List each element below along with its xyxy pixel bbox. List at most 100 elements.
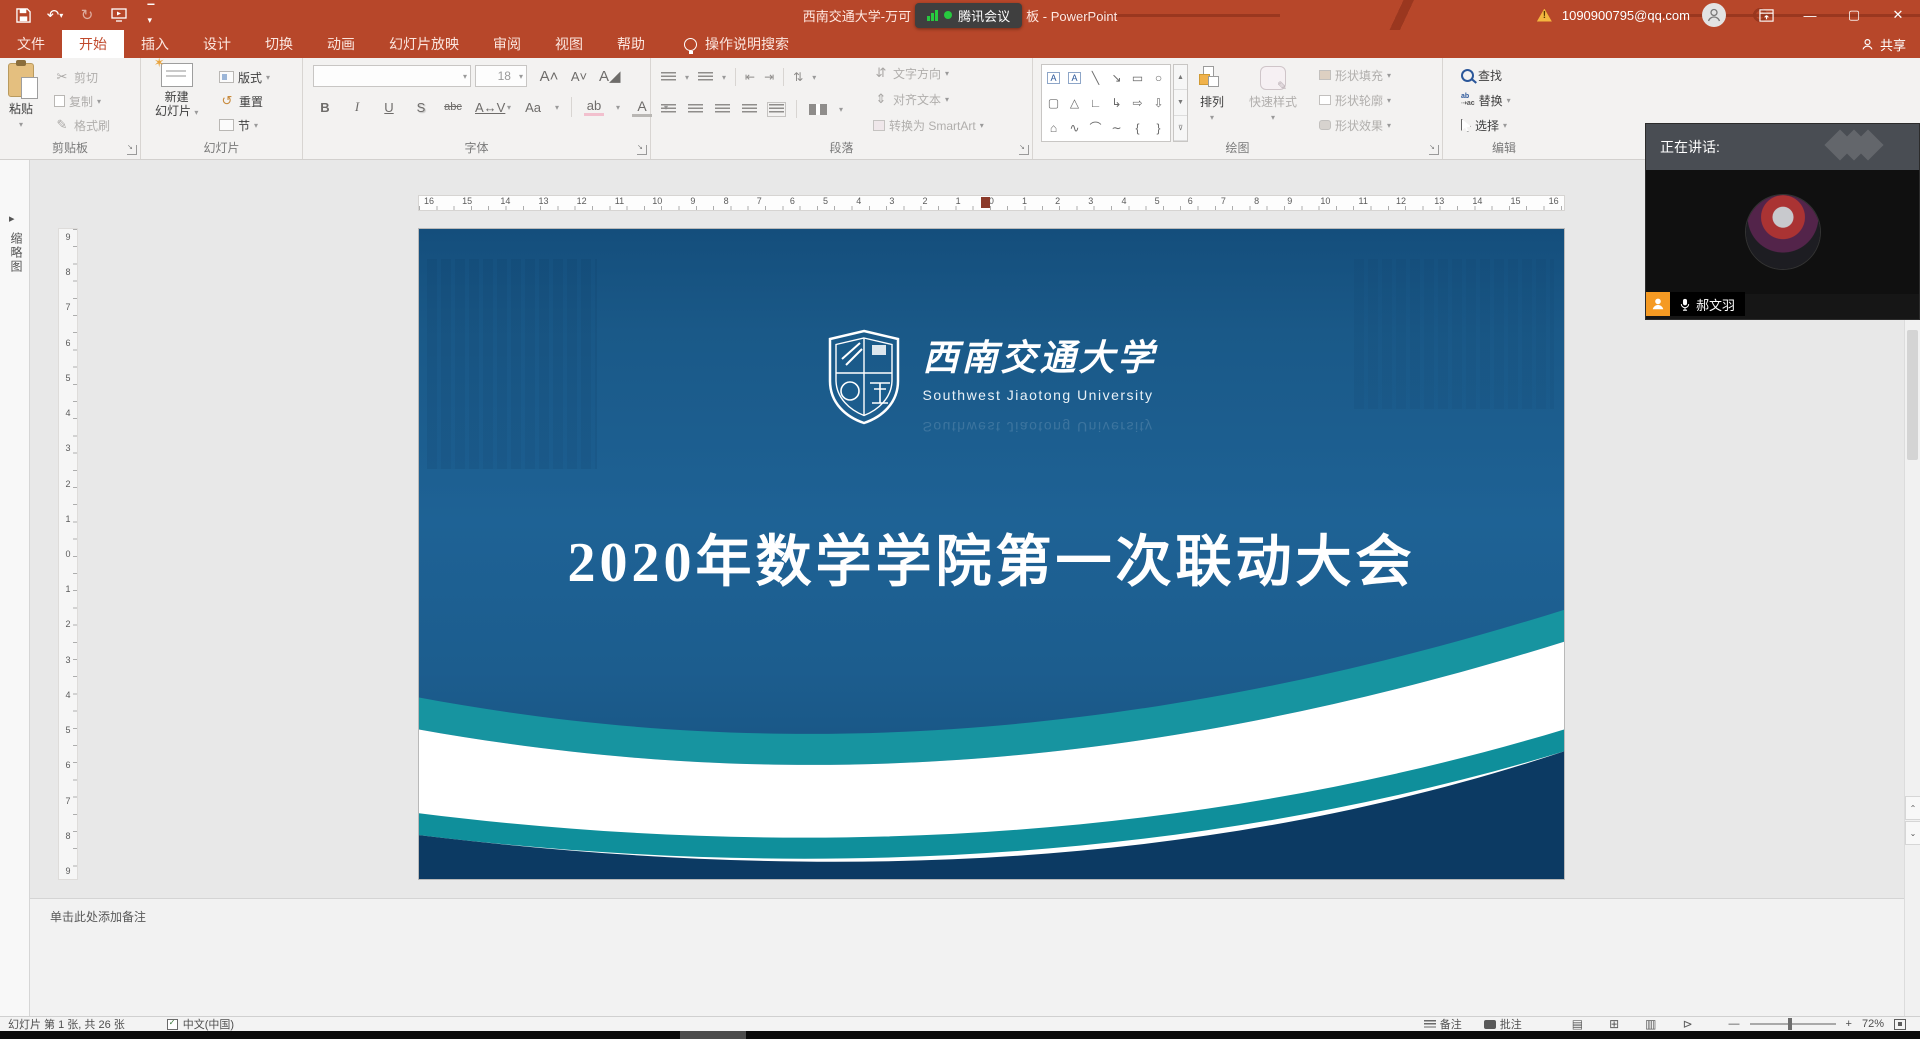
new-slide-button[interactable]: 新建 幻灯片 ▾: [155, 63, 198, 120]
ribbon-display-options-icon[interactable]: [1744, 0, 1788, 30]
paste-button[interactable]: 粘贴 ▾: [8, 63, 34, 129]
tab-help[interactable]: 帮助: [600, 30, 662, 58]
tab-home[interactable]: 开始: [62, 30, 124, 58]
notes-toggle-label[interactable]: 备注: [1440, 1016, 1462, 1032]
notes-pane[interactable]: 单击此处添加备注: [30, 898, 1904, 1016]
minimize-button[interactable]: —: [1788, 0, 1832, 30]
notes-placeholder[interactable]: 单击此处添加备注: [50, 910, 146, 924]
customize-quick-access-icon[interactable]: ▔▾: [142, 6, 160, 24]
font-name-combo[interactable]: ▾: [313, 65, 471, 87]
slideshow-view-icon[interactable]: ⊳: [1682, 1017, 1692, 1031]
numbering-icon[interactable]: [698, 72, 713, 83]
account-email[interactable]: 1090900795@qq.com: [1562, 8, 1690, 23]
tab-file[interactable]: 文件: [0, 30, 62, 58]
align-left-icon[interactable]: [661, 104, 676, 115]
zoom-level[interactable]: 72%: [1862, 1018, 1884, 1030]
replace-button[interactable]: ab⇢ac 替换▾: [1461, 89, 1511, 111]
paste-dropdown-caret[interactable]: ▾: [19, 120, 23, 129]
scrollbar-thumb[interactable]: [1907, 330, 1918, 460]
increase-indent-icon[interactable]: ⇥: [764, 70, 774, 84]
tab-review[interactable]: 审阅: [476, 30, 538, 58]
rectangle-shape[interactable]: ▭: [1132, 72, 1143, 84]
oval-shape[interactable]: ○: [1155, 72, 1162, 84]
gallery-more-icon[interactable]: ⊽: [1174, 116, 1187, 141]
align-center-icon[interactable]: [688, 104, 703, 115]
vertical-text-box-shape[interactable]: A: [1068, 72, 1080, 84]
line-spacing-icon[interactable]: ⇅: [793, 70, 803, 84]
text-shadow-button[interactable]: S: [411, 100, 431, 115]
down-arrow-shape[interactable]: ⇩: [1153, 97, 1163, 109]
maximize-button[interactable]: ▢: [1832, 0, 1876, 30]
elbow-connector-shape[interactable]: ∟: [1090, 97, 1102, 109]
bold-button[interactable]: B: [315, 100, 335, 115]
save-icon[interactable]: [14, 6, 32, 24]
start-slideshow-icon[interactable]: [110, 6, 128, 24]
reading-view-icon[interactable]: ▥: [1645, 1017, 1656, 1031]
shrink-font-button[interactable]: A˅: [569, 69, 589, 84]
layout-button[interactable]: 版式▾: [219, 66, 270, 88]
spell-check-icon[interactable]: [167, 1019, 178, 1030]
video-feed[interactable]: [1646, 170, 1919, 294]
justify-icon[interactable]: [742, 104, 757, 115]
thumbnails-pane-collapsed[interactable]: ▸ 缩略图: [0, 160, 30, 1016]
tab-design[interactable]: 设计: [186, 30, 248, 58]
left-brace-shape[interactable]: {: [1135, 122, 1139, 134]
zoom-slider[interactable]: [1750, 1023, 1836, 1025]
grow-font-button[interactable]: A˄: [539, 68, 559, 85]
warning-icon[interactable]: [1537, 9, 1552, 22]
normal-view-icon[interactable]: ▤: [1572, 1017, 1583, 1031]
triangle-shape[interactable]: △: [1070, 97, 1079, 109]
select-button[interactable]: 选择▾: [1461, 114, 1507, 136]
tab-transitions[interactable]: 切换: [248, 30, 310, 58]
gallery-scroll-down-icon[interactable]: ▼: [1174, 90, 1187, 115]
tab-insert[interactable]: 插入: [124, 30, 186, 58]
close-button[interactable]: ✕: [1876, 0, 1920, 30]
reset-button[interactable]: ↺重置: [219, 90, 263, 112]
decrease-indent-icon[interactable]: ⇤: [745, 70, 755, 84]
distributed-icon[interactable]: [769, 104, 784, 115]
line-shape[interactable]: ╲: [1092, 72, 1099, 84]
text-box-shape[interactable]: A: [1047, 72, 1059, 84]
find-button[interactable]: 查找: [1461, 64, 1502, 86]
arrow-shape[interactable]: ↘: [1111, 72, 1121, 84]
clear-formatting-button[interactable]: A◢: [599, 67, 619, 85]
arc-shape[interactable]: ⌒: [1089, 122, 1101, 134]
undo-icon[interactable]: ↶▾: [46, 6, 64, 24]
section-button[interactable]: 节▾: [219, 114, 258, 136]
strikethrough-button[interactable]: abc: [443, 101, 463, 113]
language-indicator[interactable]: 中文(中国): [183, 1016, 234, 1032]
right-arrow-shape[interactable]: ⇨: [1132, 97, 1142, 109]
drawing-dialog-launcher[interactable]: ↘: [1429, 145, 1439, 155]
elbow-arrow-connector-shape[interactable]: ↳: [1111, 97, 1121, 109]
rounded-rectangle-shape[interactable]: ▢: [1048, 97, 1059, 109]
font-size-combo[interactable]: 18▾: [475, 65, 527, 87]
tencent-meeting-overlay[interactable]: 腾讯会议: [915, 3, 1022, 28]
tell-me-search[interactable]: 操作说明搜索: [684, 30, 789, 58]
scribble-shape[interactable]: ∿: [1069, 122, 1079, 134]
tab-slideshow[interactable]: 幻灯片放映: [372, 30, 476, 58]
next-slide-button[interactable]: ⌄: [1905, 821, 1920, 845]
font-color-button[interactable]: A: [632, 98, 652, 117]
right-brace-shape[interactable]: }: [1156, 122, 1160, 134]
slide-counter[interactable]: 幻灯片 第 1 张, 共 26 张: [8, 1016, 125, 1032]
fit-slide-to-window-icon[interactable]: [1894, 1019, 1906, 1030]
curve-shape[interactable]: ∼: [1111, 122, 1121, 134]
share-button[interactable]: 共享: [1861, 30, 1906, 58]
italic-button[interactable]: I: [347, 99, 367, 115]
paragraph-dialog-launcher[interactable]: ↘: [1019, 145, 1029, 155]
character-spacing-button[interactable]: A↔V: [475, 100, 495, 115]
zoom-in-button[interactable]: +: [1846, 1018, 1852, 1030]
expand-thumbnails-icon[interactable]: ▸: [9, 212, 15, 225]
align-right-icon[interactable]: [715, 104, 730, 115]
underline-button[interactable]: U: [379, 100, 399, 115]
tab-animations[interactable]: 动画: [310, 30, 372, 58]
comments-toggle-label[interactable]: 批注: [1500, 1016, 1522, 1032]
highlight-color-button[interactable]: ab: [584, 98, 604, 116]
arrange-button[interactable]: 排列▾: [1199, 66, 1225, 122]
freeform-shape[interactable]: ⌂: [1050, 122, 1057, 134]
comments-toggle-icon[interactable]: [1484, 1020, 1496, 1029]
tab-view[interactable]: 视图: [538, 30, 600, 58]
columns-icon[interactable]: [809, 104, 827, 115]
avatar[interactable]: [1702, 3, 1726, 27]
font-dialog-launcher[interactable]: ↘: [637, 145, 647, 155]
